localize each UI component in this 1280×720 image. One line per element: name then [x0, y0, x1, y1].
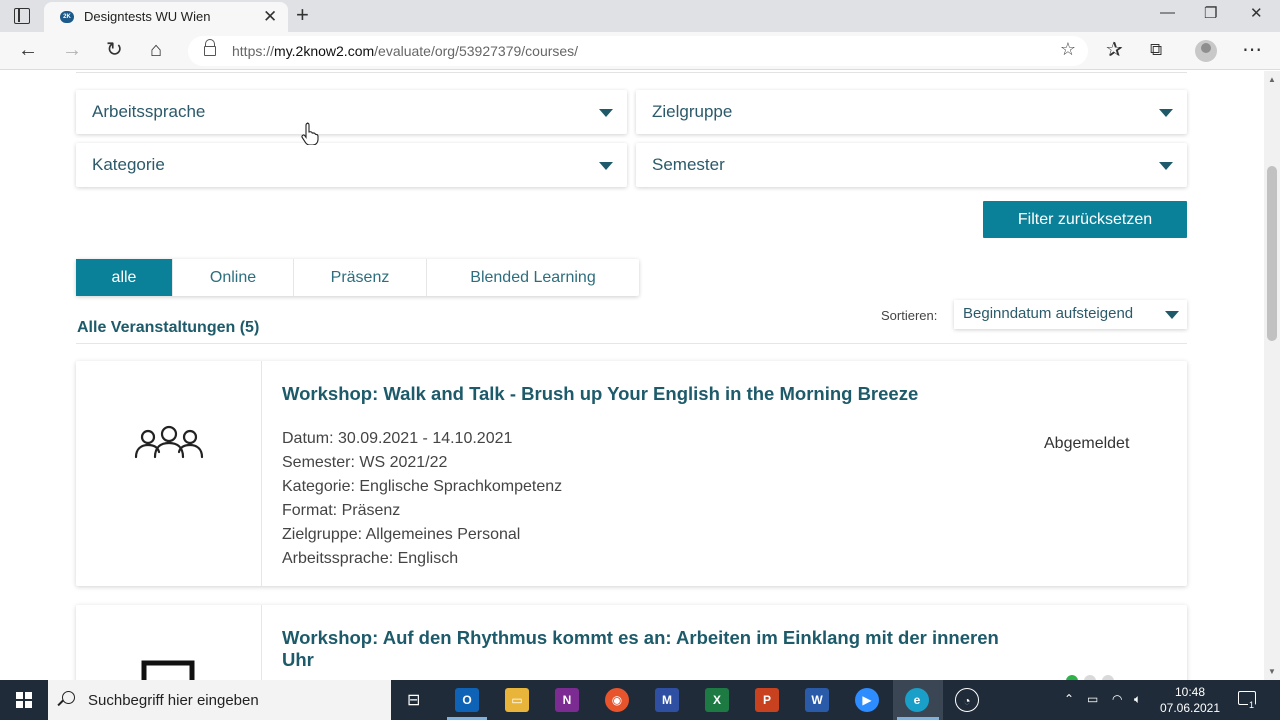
- sort-label: Sortieren:: [881, 308, 938, 323]
- course-card[interactable]: Workshop: Auf den Rhythmus kommt es an: …: [76, 605, 1187, 680]
- file-explorer-icon[interactable]: ▭: [505, 688, 529, 712]
- clock-time: 10:48: [1174, 685, 1206, 699]
- filter-semester-label: Semester: [652, 155, 725, 174]
- windows-taskbar: Suchbegriff hier eingeben ⊟ O ▭ N ◉ M X …: [0, 680, 1280, 720]
- filter-kategorie-label: Kategorie: [92, 155, 165, 174]
- restore-icon[interactable]: ❐: [1204, 4, 1217, 22]
- sort-value: Beginndatum aufsteigend: [963, 305, 1134, 322]
- taskbar-clock[interactable]: 10:48 07.06.2021: [1152, 684, 1228, 716]
- hand-cursor-icon: [301, 122, 319, 145]
- tab-praesenz[interactable]: Präsenz: [294, 259, 427, 296]
- windows-start-icon[interactable]: [16, 692, 32, 708]
- list-divider: [76, 343, 1187, 344]
- collections-icon[interactable]: ⧉: [1150, 38, 1162, 62]
- filter-zielgruppe[interactable]: Zielgruppe: [636, 90, 1187, 134]
- course-details: Datum: 30.09.2021 - 14.10.2021 Semester:…: [282, 427, 562, 571]
- list-heading: Alle Veranstaltungen (5): [77, 319, 260, 336]
- excel-icon[interactable]: X: [705, 688, 729, 712]
- course-date: Datum: 30.09.2021 - 14.10.2021: [282, 430, 513, 447]
- filter-arbeitssprache[interactable]: Arbeitssprache: [76, 90, 627, 134]
- outlook-icon[interactable]: O: [455, 688, 479, 712]
- lock-icon: [204, 39, 216, 56]
- forward-icon[interactable]: →: [62, 38, 82, 62]
- browser-tab-bar: 2K Designtests WU Wien ✕ + — ❐ ✕: [0, 0, 1280, 32]
- frame-icon: [141, 660, 195, 680]
- course-card[interactable]: Workshop: Walk and Talk - Brush up Your …: [76, 361, 1187, 586]
- word-icon[interactable]: W: [805, 688, 829, 712]
- reset-filters-button[interactable]: Filter zurücksetzen: [983, 201, 1187, 238]
- browser-tab[interactable]: 2K Designtests WU Wien ✕: [44, 2, 288, 32]
- top-divider: [76, 72, 1187, 73]
- page-scrollbar[interactable]: ▲ ▼: [1264, 71, 1280, 680]
- onenote-icon[interactable]: N: [555, 688, 579, 712]
- firefox-icon[interactable]: ◉: [605, 688, 629, 712]
- format-tabs: alle Online Präsenz Blended Learning: [76, 259, 639, 296]
- wifi-icon[interactable]: ◠: [1112, 692, 1122, 706]
- task-view-icon[interactable]: ⊟: [407, 690, 420, 710]
- scroll-up-icon[interactable]: ▲: [1268, 75, 1276, 84]
- course-format: Format: Präsenz: [282, 502, 401, 519]
- page-content: Arbeitssprache Zielgruppe Kategorie Seme…: [0, 71, 1264, 680]
- scroll-thumb[interactable]: [1267, 166, 1277, 341]
- powerpoint-icon[interactable]: P: [755, 688, 779, 712]
- group-people-icon: [134, 425, 204, 459]
- course-title[interactable]: Workshop: Walk and Talk - Brush up Your …: [282, 383, 1002, 405]
- filter-kategorie[interactable]: Kategorie: [76, 143, 627, 187]
- tab-actions-icon[interactable]: [14, 8, 30, 24]
- edge-icon[interactable]: e: [905, 688, 929, 712]
- favorites-icon[interactable]: ✰: [1106, 38, 1123, 62]
- tab-online[interactable]: Online: [173, 259, 294, 296]
- miro-icon[interactable]: M: [655, 688, 679, 712]
- taskbar-search[interactable]: Suchbegriff hier eingeben: [48, 680, 391, 720]
- chevron-down-icon: [1159, 109, 1173, 117]
- minimize-icon[interactable]: —: [1160, 4, 1175, 21]
- clock-date: 07.06.2021: [1159, 701, 1221, 715]
- course-image: [76, 605, 262, 680]
- more-menu-icon[interactable]: ⋯: [1242, 38, 1262, 62]
- back-icon[interactable]: ←: [18, 38, 38, 62]
- volume-icon[interactable]: 🔈︎: [1134, 692, 1141, 707]
- tray-chevron-up-icon[interactable]: ⌃: [1064, 692, 1074, 706]
- course-semester: Semester: WS 2021/22: [282, 454, 448, 471]
- tab-title: Designtests WU Wien: [84, 9, 211, 24]
- chevron-down-icon: [599, 162, 613, 170]
- url-field[interactable]: https://my.2know2.com/evaluate/org/53927…: [188, 36, 1088, 66]
- sort-select[interactable]: Beginndatum aufsteigend: [954, 300, 1187, 329]
- search-icon: [62, 691, 75, 704]
- new-tab-icon[interactable]: +: [296, 2, 309, 28]
- chevron-down-icon: [1165, 311, 1179, 319]
- site-favicon-icon: 2K: [60, 11, 74, 23]
- course-target-group: Zielgruppe: Allgemeines Personal: [282, 526, 521, 543]
- window-close-icon[interactable]: ✕: [1250, 4, 1263, 22]
- notification-count: 1: [1248, 700, 1256, 710]
- zoom-icon[interactable]: ▶: [855, 688, 879, 712]
- home-icon[interactable]: ⌂: [150, 38, 162, 62]
- tab-blended-learning[interactable]: Blended Learning: [427, 259, 639, 296]
- chevron-down-icon: [1159, 162, 1173, 170]
- course-category: Kategorie: Englische Sprachkompetenz: [282, 478, 563, 495]
- chevron-down-icon: [599, 109, 613, 117]
- course-title[interactable]: Workshop: Auf den Rhythmus kommt es an: …: [282, 627, 1002, 671]
- battery-icon[interactable]: ▭: [1087, 692, 1098, 706]
- tab-alle[interactable]: alle: [76, 259, 173, 296]
- course-status: Abgemeldet: [1044, 435, 1130, 452]
- course-image: [76, 361, 262, 586]
- taskbar-search-placeholder: Suchbegriff hier eingeben: [88, 692, 259, 709]
- filter-arbeitssprache-label: Arbeitssprache: [92, 102, 206, 121]
- address-toolbar: ← → ↻ ⌂ https://my.2know2.com/evaluate/o…: [0, 32, 1280, 70]
- scroll-down-icon[interactable]: ▼: [1268, 667, 1276, 676]
- refresh-icon[interactable]: ↻: [106, 38, 123, 62]
- filter-zielgruppe-label: Zielgruppe: [652, 102, 733, 121]
- tab-close-icon[interactable]: ✕: [263, 7, 277, 27]
- profile-avatar[interactable]: [1195, 40, 1217, 62]
- url-text: https://my.2know2.com/evaluate/org/53927…: [232, 43, 579, 59]
- obs-icon[interactable]: ◔: [955, 688, 979, 712]
- add-favorite-icon[interactable]: ☆: [1060, 39, 1076, 60]
- course-language: Arbeitssprache: Englisch: [282, 550, 459, 567]
- filter-semester[interactable]: Semester: [636, 143, 1187, 187]
